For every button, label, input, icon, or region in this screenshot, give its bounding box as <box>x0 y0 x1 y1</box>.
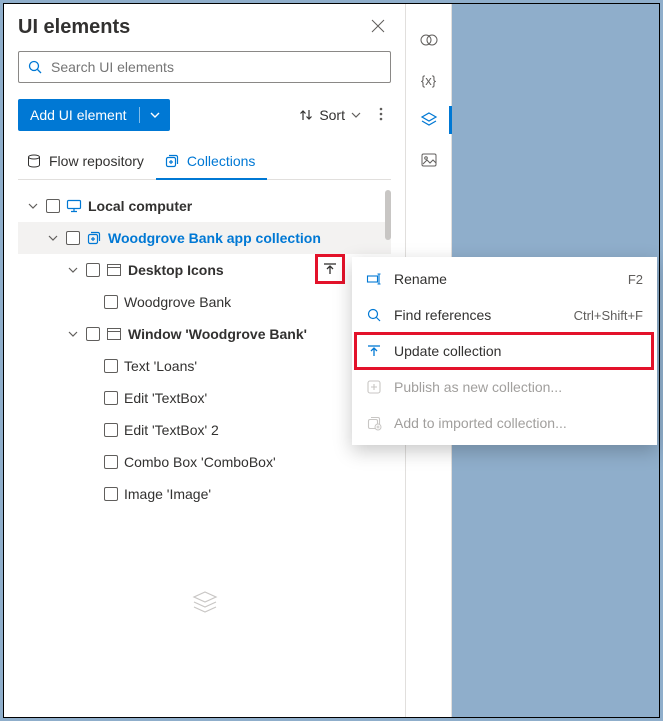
ui-elements-panel: UI elements Add UI element Sort <box>4 4 406 717</box>
chevron-down-icon[interactable] <box>66 262 80 278</box>
ctx-label: Rename <box>394 271 447 287</box>
checkbox[interactable] <box>104 295 118 309</box>
node-label: Woodgrove Bank app collection <box>108 230 321 246</box>
chevron-down-icon <box>150 110 160 120</box>
more-button[interactable] <box>371 103 391 128</box>
search-icon <box>366 307 382 323</box>
close-button[interactable] <box>365 17 391 38</box>
upload-icon <box>323 262 337 276</box>
app-frame: UI elements Add UI element Sort <box>3 3 660 718</box>
ctx-label: Find references <box>394 307 491 323</box>
node-label: Edit 'TextBox' <box>124 390 207 406</box>
search-input[interactable] <box>18 51 391 83</box>
ctx-publish-new: Publish as new collection... <box>352 369 657 405</box>
window-icon <box>106 326 122 342</box>
rail-images-button[interactable] <box>406 140 452 180</box>
node-label: Combo Box 'ComboBox' <box>124 454 276 470</box>
node-label: Woodgrove Bank <box>124 294 231 310</box>
add-ui-element-label: Add UI element <box>18 99 139 131</box>
checkbox[interactable] <box>46 199 60 213</box>
checkbox[interactable] <box>86 263 100 277</box>
tree-node-item[interactable]: Combo Box 'ComboBox' <box>18 446 391 478</box>
chevron-down-icon[interactable] <box>66 326 80 342</box>
ctx-update-collection[interactable]: Update collection <box>352 333 657 369</box>
rename-icon <box>366 271 382 287</box>
tree-node-item[interactable]: Woodgrove Bank <box>18 286 391 318</box>
ctx-label: Update collection <box>394 343 501 359</box>
chevron-down-icon[interactable] <box>46 230 60 246</box>
add-collection-icon <box>366 415 382 431</box>
search-icon <box>28 60 42 74</box>
collection-icon <box>86 230 102 246</box>
upload-icon <box>366 344 382 358</box>
search-box <box>18 51 391 83</box>
monitor-icon <box>66 198 82 214</box>
tab-label: Flow repository <box>49 153 144 169</box>
ctx-shortcut: Ctrl+Shift+F <box>574 308 643 323</box>
sort-icon <box>299 108 313 122</box>
node-label: Edit 'TextBox' 2 <box>124 422 219 438</box>
chevron-down-icon[interactable] <box>26 198 40 214</box>
tabs: Flow repository Collections <box>18 145 391 180</box>
ctx-add-to-imported: Add to imported collection... <box>352 405 657 441</box>
tree-node-local-computer[interactable]: Local computer <box>18 190 391 222</box>
sort-label: Sort <box>319 107 345 123</box>
checkbox[interactable] <box>104 391 118 405</box>
layers-icon <box>192 590 218 616</box>
panel-title: UI elements <box>18 16 130 39</box>
tab-collections[interactable]: Collections <box>156 145 267 179</box>
tab-label: Collections <box>187 153 255 169</box>
window-icon <box>106 262 122 278</box>
tree-node-collection[interactable]: Woodgrove Bank app collection <box>18 222 391 254</box>
sort-button[interactable]: Sort <box>291 103 369 127</box>
checkbox[interactable] <box>104 487 118 501</box>
ctx-rename[interactable]: Rename F2 <box>352 261 657 297</box>
braces-icon: {x} <box>421 73 436 88</box>
node-label: Desktop Icons <box>128 262 224 278</box>
node-label: Local computer <box>88 198 192 214</box>
empty-stack <box>18 590 391 616</box>
toolbar-right: Sort <box>291 103 391 128</box>
rail-ui-elements-button[interactable] <box>406 100 452 140</box>
image-icon <box>420 151 438 169</box>
checkbox[interactable] <box>104 455 118 469</box>
ctx-find-references[interactable]: Find references Ctrl+Shift+F <box>352 297 657 333</box>
checkbox[interactable] <box>104 359 118 373</box>
rail-merge-button[interactable] <box>406 20 452 60</box>
repository-icon <box>26 153 42 169</box>
tree-node-item[interactable]: Edit 'TextBox' <box>18 382 391 414</box>
tree-node-item[interactable]: Edit 'TextBox' 2 <box>18 414 391 446</box>
context-menu: Rename F2 Find references Ctrl+Shift+F U… <box>352 257 657 445</box>
checkbox[interactable] <box>66 231 80 245</box>
publish-icon <box>366 379 382 395</box>
close-icon <box>371 19 385 33</box>
checkbox[interactable] <box>104 423 118 437</box>
ctx-label: Publish as new collection... <box>394 379 562 395</box>
node-label: Text 'Loans' <box>124 358 197 374</box>
tree-node-item[interactable]: Image 'Image' <box>18 478 391 510</box>
checkbox[interactable] <box>86 327 100 341</box>
node-label: Window 'Woodgrove Bank' <box>128 326 307 342</box>
node-label: Image 'Image' <box>124 486 211 502</box>
ctx-label: Add to imported collection... <box>394 415 567 431</box>
merge-icon <box>420 31 438 49</box>
rail-variables-button[interactable]: {x} <box>406 60 452 100</box>
more-vertical-icon <box>379 107 383 121</box>
panel-header: UI elements <box>18 16 391 39</box>
tree-node-group[interactable]: Window 'Woodgrove Bank' <box>18 318 391 350</box>
upload-button-highlight[interactable] <box>315 254 345 284</box>
tree-node-item[interactable]: Text 'Loans' <box>18 350 391 382</box>
layers-icon <box>420 111 438 129</box>
add-ui-element-button[interactable]: Add UI element <box>18 99 170 131</box>
tab-flow-repository[interactable]: Flow repository <box>18 145 156 179</box>
collections-icon <box>164 153 180 169</box>
ctx-shortcut: F2 <box>628 272 643 287</box>
toolbar: Add UI element Sort <box>18 99 391 131</box>
chevron-down-icon <box>351 110 361 120</box>
scrollbar[interactable] <box>385 190 391 240</box>
add-ui-element-dropdown[interactable] <box>140 110 170 120</box>
